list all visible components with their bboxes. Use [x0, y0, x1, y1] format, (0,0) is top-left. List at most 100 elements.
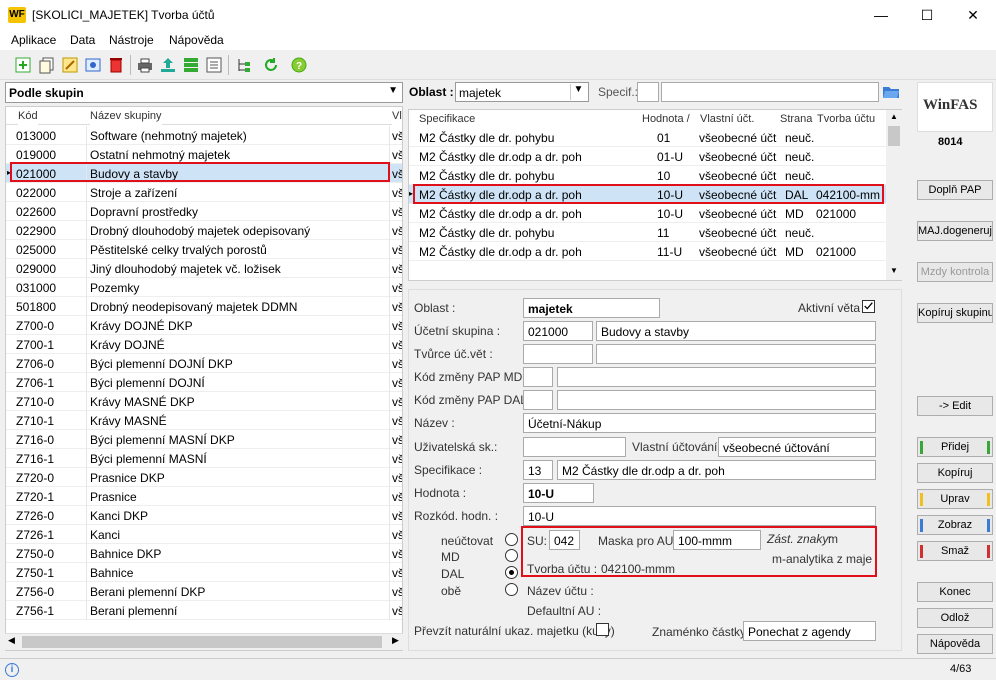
table-row[interactable]: Z716-1 Býci plemenní MASNÍ vš: [6, 449, 402, 468]
radio-neuctovat[interactable]: [505, 533, 518, 546]
specifikace-code[interactable]: 13: [523, 460, 553, 480]
table-row[interactable]: M2 Částky dle dr. pohybu 10 všeobecné účt n…: [409, 166, 887, 185]
group-selector[interactable]: Podle skupin ▼: [5, 82, 403, 103]
hodnota-field[interactable]: 10-U: [523, 483, 594, 503]
specif-code-input[interactable]: [637, 82, 659, 102]
add-icon[interactable]: [12, 54, 34, 76]
mzdy-kontrola-button[interactable]: Mzdy kontrola: [917, 262, 993, 282]
delete-icon[interactable]: [105, 54, 127, 76]
table-row[interactable]: Z706-0 Býci plemenní DOJNÍ DKP vš: [6, 354, 402, 373]
table-row[interactable]: Z700-0 Krávy DOJNÉ DKP vš: [6, 316, 402, 335]
aktivni-checkbox[interactable]: [862, 300, 875, 313]
specif-name-input[interactable]: [661, 82, 879, 102]
dopln-pap-button[interactable]: Doplň PAP: [917, 180, 993, 200]
table-row[interactable]: Z756-1 Berani plemenní vš: [6, 601, 402, 620]
tvurce-code[interactable]: [523, 344, 593, 364]
uprav-button[interactable]: Uprav: [917, 489, 993, 509]
table-row[interactable]: M2 Částky dle dr.odp a dr. poh 11-U všeobe…: [409, 242, 887, 261]
table-row[interactable]: 501800 Drobný neodepisovaný majetek DDMN v…: [6, 297, 402, 316]
radio-md[interactable]: [505, 549, 518, 562]
status-bar: [0, 658, 996, 680]
smaz-button[interactable]: Smaž: [917, 541, 993, 561]
scroll-left-icon[interactable]: ◀: [8, 635, 15, 646]
scroll-down-icon[interactable]: ▼: [890, 266, 898, 275]
close-button[interactable]: ✕: [950, 0, 996, 30]
table-row[interactable]: Z720-0 Prasnice DKP vš: [6, 468, 402, 487]
pridej-button[interactable]: Přidej: [917, 437, 993, 457]
vertical-scrollbar[interactable]: ▲ ▼: [886, 110, 902, 280]
table-row[interactable]: M2 Částky dle dr.odp a dr. poh 01-U všeobe…: [409, 147, 887, 166]
menu-aplikace[interactable]: Aplikace: [11, 33, 56, 47]
form-icon[interactable]: [203, 54, 225, 76]
table-row[interactable]: Z750-1 Bahnice vš: [6, 563, 402, 582]
prevzit-checkbox[interactable]: [596, 623, 609, 636]
column-header-value[interactable]: Hodnota /: [642, 113, 690, 125]
table-row[interactable]: Z720-1 Prasnice vš: [6, 487, 402, 506]
table-row[interactable]: M2 Částky dle dr.odp a dr. poh 10-U všeobe…: [409, 204, 887, 223]
table-row[interactable]: 022600 Dopravní prostředky vš: [6, 202, 402, 221]
ucetni-skupina-code[interactable]: 021000: [523, 321, 593, 341]
export-icon[interactable]: [157, 54, 179, 76]
table-row[interactable]: Z750-0 Bahnice DKP vš: [6, 544, 402, 563]
folder-open-icon[interactable]: [882, 84, 900, 100]
column-header-side[interactable]: Strana: [780, 113, 812, 125]
scrollbar-thumb[interactable]: [22, 636, 382, 648]
column-header-spec[interactable]: Specifikace: [419, 113, 475, 125]
table-row[interactable]: Z700-1 Krávy DOJNÉ vš: [6, 335, 402, 354]
table-row[interactable]: Z726-1 Kanci vš: [6, 525, 402, 544]
scrollbar-thumb[interactable]: [888, 126, 900, 146]
oblast-field[interactable]: majetek: [523, 298, 660, 318]
table-row[interactable]: Z706-1 Býci plemenní DOJNÍ vš: [6, 373, 402, 392]
kopiruj-skupinu-button[interactable]: Kopíruj skupinu: [917, 303, 993, 323]
konec-button[interactable]: Konec: [917, 582, 993, 602]
radio-obe[interactable]: [505, 583, 518, 596]
table-row[interactable]: 029000 Jiný dlouhodobý majetek vč. ložise…: [6, 259, 402, 278]
menu-nastroje[interactable]: Nástroje: [109, 33, 154, 47]
table-row[interactable]: Z716-0 Býci plemenní MASNÍ DKP vš: [6, 430, 402, 449]
kopiruj-button[interactable]: Kopíruj: [917, 463, 993, 483]
help-icon[interactable]: ?: [288, 54, 310, 76]
tree-icon[interactable]: [233, 54, 255, 76]
kod-md-code[interactable]: [523, 367, 553, 387]
oblast-filter-select[interactable]: majetek ▼: [455, 82, 589, 102]
table-row[interactable]: M2 Částky dle dr. pohybu 11 všeobecné účt n…: [409, 223, 887, 242]
copy-icon[interactable]: [36, 54, 58, 76]
odloz-button[interactable]: Odlož: [917, 608, 993, 628]
table-row[interactable]: 031000 Pozemky vš: [6, 278, 402, 297]
tvurce-name: [596, 344, 876, 364]
edit-icon[interactable]: [59, 54, 81, 76]
menu-napoveda[interactable]: Nápověda: [169, 33, 224, 47]
uzivatelska-field[interactable]: [523, 437, 626, 457]
rozkod-field[interactable]: 10-U: [523, 506, 876, 526]
maximize-button[interactable]: ☐: [904, 0, 950, 30]
vlastni-field[interactable]: všeobecné účtování: [718, 437, 876, 457]
napoveda-button[interactable]: Nápověda: [917, 634, 993, 654]
view-icon[interactable]: [82, 54, 104, 76]
table-row[interactable]: 022900 Drobný dlouhodobý majetek odepisov…: [6, 221, 402, 240]
table-row[interactable]: Z710-0 Krávy MASNÉ DKP vš: [6, 392, 402, 411]
kod-dal-code[interactable]: [523, 390, 553, 410]
print-icon[interactable]: [134, 54, 156, 76]
radio-dal[interactable]: [505, 566, 518, 579]
table-row[interactable]: Z710-1 Krávy MASNÉ vš: [6, 411, 402, 430]
scroll-up-icon[interactable]: ▲: [890, 112, 898, 121]
table-row[interactable]: Z726-0 Kanci DKP vš: [6, 506, 402, 525]
grid-icon[interactable]: [180, 54, 202, 76]
table-row[interactable]: M2 Částky dle dr. pohybu 01 všeobecné účt n…: [409, 128, 887, 147]
nazev-field[interactable]: Účetní-Nákup: [523, 413, 876, 433]
scroll-right-icon[interactable]: ▶: [392, 635, 399, 646]
menu-data[interactable]: Data: [70, 33, 95, 47]
table-row[interactable]: 025000 Pěstitelské celky trvalých porostů…: [6, 240, 402, 259]
table-row[interactable]: 013000 Software (nehmotný majetek) vš: [6, 126, 402, 145]
minimize-button[interactable]: —: [858, 0, 904, 30]
table-row[interactable]: 022000 Stroje a zařízení vš: [6, 183, 402, 202]
column-header-own[interactable]: Vlastní účt.: [700, 113, 754, 125]
edit-button[interactable]: -> Edit: [917, 396, 993, 416]
column-header-acct[interactable]: Tvorba účtu: [817, 113, 875, 125]
maj-dogeneruj-button[interactable]: MAJ.dogeneruj: [917, 221, 993, 241]
column-divider: [389, 392, 390, 411]
table-row[interactable]: Z756-0 Berani plemenní DKP vš: [6, 582, 402, 601]
refresh-icon[interactable]: [260, 54, 282, 76]
znamenko-field[interactable]: Ponechat z agendy: [743, 621, 876, 641]
zobraz-button[interactable]: Zobraz: [917, 515, 993, 535]
